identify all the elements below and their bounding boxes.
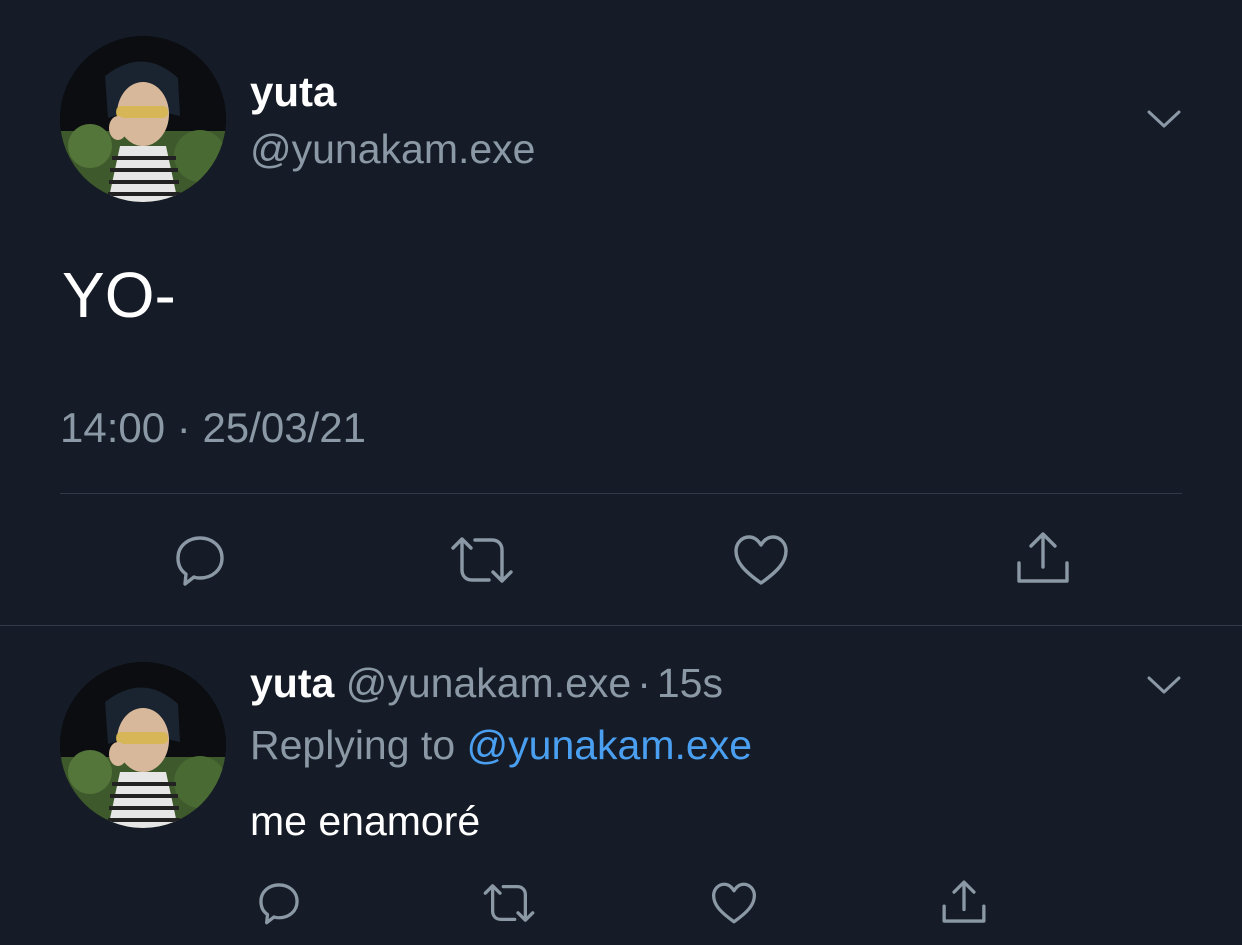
user-handle[interactable]: @yunakam.exe [346,660,631,706]
tweet-time: 14:00 [60,404,166,451]
replying-to: Replying to @yunakam.exe [250,722,752,769]
share-icon [1017,532,1069,583]
like-icon [711,882,756,924]
reply-icon [259,883,299,925]
tweet-date: 25/03/21 [202,404,366,451]
user-handle[interactable]: @yunakam.exe [250,126,535,173]
retweet-button[interactable] [480,878,538,928]
share-button[interactable] [1012,528,1074,588]
display-name[interactable]: yuta [250,660,334,706]
reply-button[interactable] [170,530,230,590]
chevron-down-icon[interactable] [1146,666,1182,702]
tweet-text: me enamoré [250,798,481,844]
like-icon [734,535,788,585]
reply-button[interactable] [254,878,304,928]
avatar[interactable] [60,36,226,202]
divider [0,625,1242,626]
tweet-text: YO- [62,259,176,331]
retweet-icon [483,884,535,922]
replying-label: Replying to [250,722,456,768]
relative-time[interactable]: 15s [657,660,723,706]
chevron-down-icon[interactable] [1146,100,1182,136]
mention-link[interactable]: @yunakam.exe [467,722,752,768]
tweet-timestamp[interactable]: 14:00 · 25/03/21 [60,404,366,452]
retweet-icon [451,537,513,583]
divider [60,493,1182,494]
retweet-button[interactable] [448,530,516,590]
share-button[interactable] [938,876,990,928]
timestamp-separator: · [176,404,191,451]
tweet-thread-screen: yuta @yunakam.exe YO- 14:00 · 25/03/21 y… [0,0,1242,945]
like-button[interactable] [708,878,760,928]
like-button[interactable] [730,530,792,590]
display-name[interactable]: yuta [250,68,336,116]
reply-header: yuta @yunakam.exe · 15s [250,660,723,707]
avatar[interactable] [60,662,226,828]
header-separator: · [637,660,651,706]
reply-icon [176,536,224,586]
share-icon [942,880,986,923]
